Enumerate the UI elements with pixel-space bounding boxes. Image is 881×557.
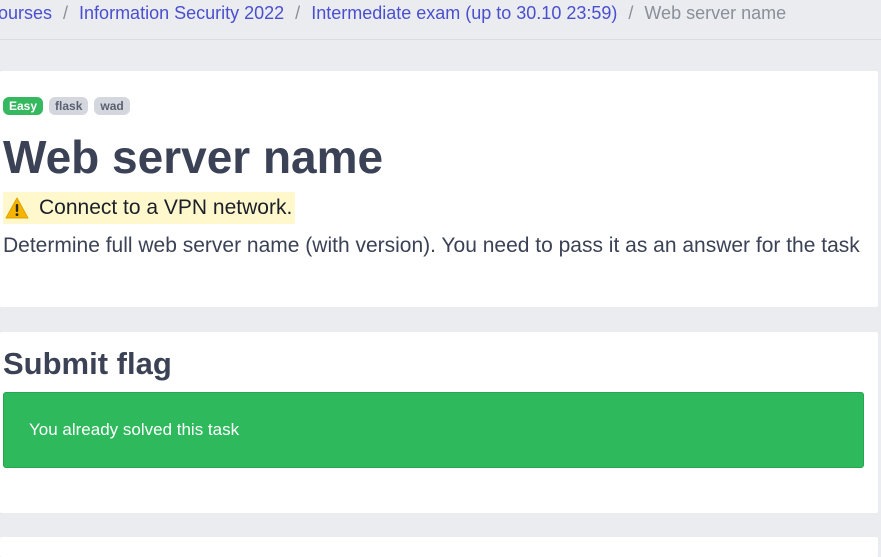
breadcrumb-separator: / bbox=[63, 2, 69, 23]
warning-text: Connect to a VPN network. bbox=[39, 196, 293, 219]
breadcrumb-separator: / bbox=[295, 2, 301, 23]
warning-icon bbox=[5, 197, 29, 219]
solved-message: You already solved this task bbox=[29, 420, 240, 439]
vpn-warning: Connect to a VPN network. bbox=[3, 192, 296, 224]
task-tags: Easy flask wad bbox=[3, 97, 130, 115]
breadcrumb-current: Web server name bbox=[644, 2, 787, 23]
task-description: Determine full web server name (with ver… bbox=[3, 234, 860, 257]
breadcrumb-link-course[interactable]: Information Security 2022 bbox=[79, 1, 284, 25]
tag-badge: wad bbox=[94, 97, 130, 115]
difficulty-badge: Easy bbox=[3, 97, 44, 115]
breadcrumb: ourses / Information Security 2022 / Int… bbox=[0, 0, 881, 40]
submit-flag-card: Submit flag You already solved this task bbox=[0, 332, 878, 513]
next-card bbox=[0, 537, 878, 557]
breadcrumb-separator: / bbox=[628, 2, 634, 23]
tag-badge: flask bbox=[49, 97, 89, 115]
solved-alert: You already solved this task bbox=[3, 392, 864, 468]
task-title: Web server name bbox=[3, 131, 384, 183]
breadcrumb-link-courses[interactable]: ourses bbox=[0, 1, 52, 25]
task-card: Easy flask wad Web server name Connect t… bbox=[0, 71, 878, 307]
breadcrumb-link-exam[interactable]: Intermediate exam (up to 30.10 23:59) bbox=[311, 1, 617, 25]
submit-flag-title: Submit flag bbox=[3, 346, 172, 381]
